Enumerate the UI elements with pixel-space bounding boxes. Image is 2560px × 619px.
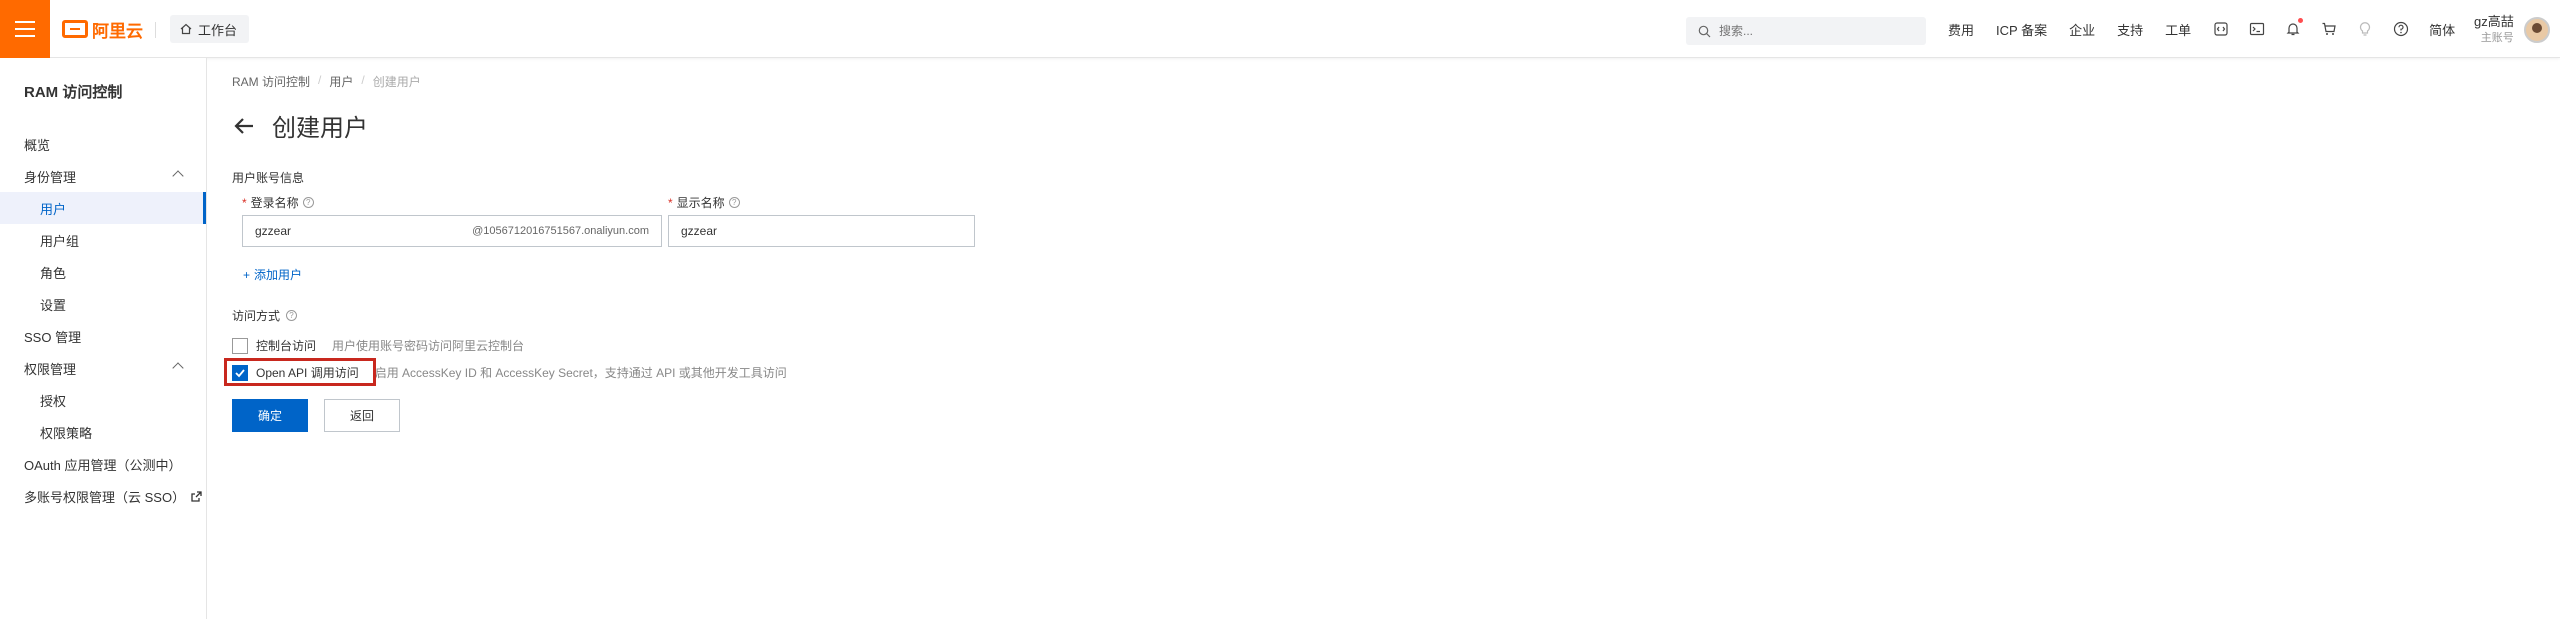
help-circle-icon[interactable]: ? <box>728 197 740 208</box>
add-user-label: 添加用户 <box>254 268 303 282</box>
sidebar-item-sso[interactable]: SSO 管理 <box>0 320 206 352</box>
sidebar-item-settings[interactable]: 设置 <box>0 288 206 320</box>
chevron-up-icon <box>172 170 184 182</box>
display-name-value: gzzear <box>681 224 718 238</box>
help-icon[interactable] <box>2393 21 2409 37</box>
top-bar: 阿里云 工作台 费用 ICP 备案 企业 支持 工单 简体 gz高喆 主账号 <box>0 0 2560 58</box>
add-user-button[interactable]: + 添加用户 <box>243 266 302 283</box>
code-icon[interactable] <box>2213 21 2229 37</box>
cart-icon[interactable] <box>2321 21 2337 37</box>
aliyun-logo[interactable]: 阿里云 <box>62 17 143 41</box>
sidebar-item-identity[interactable]: 身份管理 <box>0 160 206 192</box>
language-switch[interactable]: 简体 <box>2429 20 2455 39</box>
top-nav: 费用 ICP 备案 企业 支持 工单 简体 <box>1948 0 2477 58</box>
sidebar-item-cloud-sso[interactable]: 多账号权限管理（云 SSO） <box>0 480 206 512</box>
sidebar-item-label: 权限管理 <box>24 361 77 377</box>
sidebar: RAM 访问控制 概览 身份管理 用户 用户组 角色 设置 SSO 管理 权限管… <box>0 58 207 619</box>
search-icon <box>1698 25 1711 37</box>
lightbulb-icon[interactable] <box>2357 21 2373 37</box>
sidebar-item-label: 身份管理 <box>24 169 77 185</box>
sidebar-title: RAM 访问控制 <box>24 84 123 101</box>
aliyun-logo-icon <box>62 20 88 38</box>
brand-name: 阿里云 <box>92 21 143 41</box>
display-name-label-text: 显示名称 <box>676 196 725 210</box>
api-access-desc: 启用 AccessKey ID 和 AccessKey Secret，支持通过 … <box>374 366 787 380</box>
divider <box>155 22 156 38</box>
search-input[interactable] <box>1719 24 1909 38</box>
sidebar-item-permissions[interactable]: 权限管理 <box>0 352 206 384</box>
breadcrumb-separator: / <box>361 73 365 87</box>
sidebar-item-grants[interactable]: 授权 <box>0 384 206 416</box>
login-name-value: gzzear <box>255 224 292 238</box>
nav-billing[interactable]: 费用 <box>1948 20 1974 39</box>
back-arrow-icon[interactable] <box>232 114 256 138</box>
console-access-option[interactable]: 控制台访问 用户使用账号密码访问阿里云控制台 <box>232 337 524 354</box>
sidebar-item-policies[interactable]: 权限策略 <box>0 416 206 448</box>
breadcrumb-separator: / <box>318 73 322 87</box>
display-name-input[interactable]: gzzear <box>668 215 975 247</box>
required-marker: * <box>242 195 247 210</box>
sidebar-item-label: 多账号权限管理（云 SSO） <box>24 489 186 505</box>
user-role: 主账号 <box>2480 31 2514 44</box>
sidebar-item-users[interactable]: 用户 <box>0 192 206 224</box>
display-name-label: * 显示名称 ? <box>668 194 740 211</box>
page-header: 创建用户 <box>232 108 368 143</box>
notification-dot <box>2298 18 2304 23</box>
nav-support[interactable]: 支持 <box>2117 20 2143 39</box>
login-name-label: * 登录名称 ? <box>242 194 314 211</box>
console-access-label: 控制台访问 <box>256 339 317 353</box>
breadcrumb-ram[interactable]: RAM 访问控制 <box>232 73 310 90</box>
plus-icon: + <box>243 267 251 282</box>
home-icon <box>180 23 192 35</box>
workbench-button[interactable]: 工作台 <box>170 15 250 43</box>
workbench-label: 工作台 <box>198 22 238 38</box>
highlight-box <box>224 358 376 386</box>
bell-icon[interactable] <box>2285 18 2304 37</box>
breadcrumb-users[interactable]: 用户 <box>329 73 353 90</box>
breadcrumb-current: 创建用户 <box>372 75 421 89</box>
breadcrumb: RAM 访问控制 / 用户 / 创建用户 <box>232 73 421 90</box>
access-section-label: 访问方式 ? <box>232 307 298 324</box>
sidebar-item-groups[interactable]: 用户组 <box>0 224 206 256</box>
console-access-desc: 用户使用账号密码访问阿里云控制台 <box>332 339 525 353</box>
nav-icp[interactable]: ICP 备案 <box>1996 20 2047 39</box>
access-section-text: 访问方式 <box>232 309 281 323</box>
back-button[interactable]: 返回 <box>324 399 400 432</box>
help-circle-icon[interactable]: ? <box>286 310 298 321</box>
user-name: gz高喆 <box>2474 14 2514 29</box>
user-info[interactable]: gz高喆 主账号 <box>2474 14 2514 45</box>
login-name-input[interactable]: gzzear @1056712016751567.onaliyun.com <box>242 215 662 247</box>
page-title: 创建用户 <box>272 115 368 142</box>
sidebar-item-oauth[interactable]: OAuth 应用管理（公测中） <box>0 448 206 480</box>
confirm-button[interactable]: 确定 <box>232 399 308 432</box>
help-circle-icon[interactable]: ? <box>302 197 314 208</box>
account-section-label: 用户账号信息 <box>232 171 305 185</box>
login-name-suffix: @1056712016751567.onaliyun.com <box>472 225 649 237</box>
sidebar-item-roles[interactable]: 角色 <box>0 256 206 288</box>
nav-ticket[interactable]: 工单 <box>2165 20 2191 39</box>
console-access-checkbox[interactable] <box>232 337 248 354</box>
hamburger-menu-button[interactable] <box>0 0 50 58</box>
sidebar-item-overview[interactable]: 概览 <box>0 128 206 160</box>
login-name-label-text: 登录名称 <box>250 196 299 210</box>
external-link-icon <box>191 490 202 502</box>
search-box[interactable] <box>1686 17 1926 45</box>
avatar[interactable] <box>2524 17 2550 43</box>
required-marker: * <box>668 195 673 210</box>
chevron-up-icon <box>172 362 184 374</box>
nav-enterprise[interactable]: 企业 <box>2069 20 2095 39</box>
terminal-icon[interactable] <box>2249 21 2265 37</box>
